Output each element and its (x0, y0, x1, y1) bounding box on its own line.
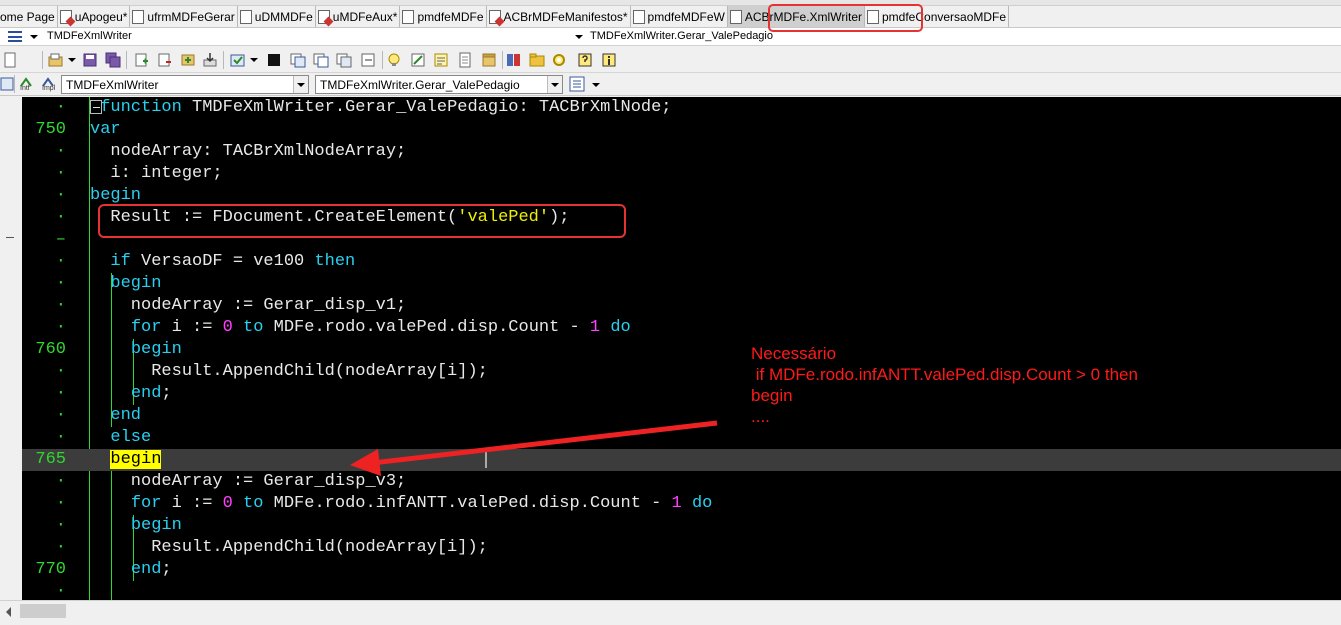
help-icon[interactable] (577, 52, 593, 68)
file-tab-label: uMDFeAux* (332, 10, 398, 24)
page-icon (488, 10, 501, 24)
method-combobox[interactable]: TMDFeXmlWriter.Gerar_ValePedagio (315, 75, 563, 94)
unit-dropdown-arrow[interactable] (30, 35, 38, 39)
ide-window: ome Page uApogeu* ufrmMDFeGerar uDMMDFe uMDF… (0, 0, 1341, 625)
file-tab[interactable]: uDMMDFe (238, 6, 316, 27)
trace-into-icon[interactable] (313, 52, 329, 68)
annotation-arrow (350, 420, 718, 476)
list-view-icon[interactable] (569, 76, 585, 92)
new-item-icon[interactable] (386, 52, 402, 68)
notes-icon[interactable] (433, 52, 449, 68)
method-combobox-value: TMDFeXmlWriter.Gerar_ValePedagio (320, 78, 520, 92)
editor-toolbar: Intf Impl TMDFeXmlWriter TMDFeXmlWriter.… (0, 73, 1341, 96)
file-tab-label: ufrmMDFeGerar (147, 10, 235, 24)
stop-icon[interactable] (266, 52, 282, 68)
file-tab-label: uDMMDFe (254, 10, 313, 24)
file-tab-label: pmdfeMDFe (417, 10, 484, 24)
method-dropdown-arrow[interactable] (575, 35, 583, 39)
step-over-icon[interactable] (290, 52, 306, 68)
implementation-toggle-icon[interactable]: Impl (40, 75, 58, 94)
remove-file-icon[interactable] (156, 52, 172, 68)
navigation-bar: TMDFeXmlWriter TMDFeXmlWriter.Gerar_Vale… (0, 28, 1341, 46)
edit-icon[interactable] (410, 52, 426, 68)
page-icon (317, 10, 330, 24)
add-file-icon[interactable] (133, 52, 149, 68)
annotation-text: Necessário if MDFe.rodo.infANTT.valePed.… (751, 344, 1138, 426)
run-to-cursor-icon[interactable] (336, 52, 352, 68)
file-tab-label: pmdfeMDFeW (647, 10, 725, 24)
scrollbar-thumb[interactable] (20, 604, 66, 618)
file-tab[interactable]: pmdfeMDFe (400, 6, 487, 27)
file-tab[interactable]: uMDFeAux* (316, 6, 401, 27)
save-icon[interactable] (82, 52, 98, 68)
save-all-icon[interactable] (105, 52, 121, 68)
file-tab-label: ome Page (0, 10, 55, 24)
active-tab-annotation-box (768, 4, 923, 32)
file-tab-label: uApogeu* (74, 10, 128, 24)
interface-toggle-icon[interactable]: Intf (18, 75, 36, 94)
main-toolbar (0, 47, 1341, 73)
method-name[interactable]: TMDFeXmlWriter.Gerar_ValePedagio (590, 30, 773, 42)
file-tab[interactable]: ACBrMDFeManifestos* (487, 6, 631, 27)
class-combobox-value: TMDFeXmlWriter (66, 78, 159, 92)
open-dropdown-arrow[interactable] (68, 58, 76, 62)
file-tab[interactable]: pmdfeMDFeW (631, 6, 728, 27)
file-tab-bar: ome Page uApogeu* ufrmMDFeGerar uDMMDFe uMDF… (0, 0, 1341, 28)
toolbar-separator (502, 51, 503, 69)
class-combobox-chevron-down-icon[interactable] (293, 76, 308, 93)
file-tab-label: ACBrMDFeManifestos* (503, 10, 628, 24)
toolbar-separator (223, 51, 224, 69)
impl-label: Impl (42, 85, 56, 92)
file-tab[interactable]: uApogeu* (58, 6, 131, 27)
list-view-dropdown-arrow[interactable] (592, 83, 600, 87)
toolbar-separator (42, 51, 43, 69)
select-unit-icon[interactable] (230, 52, 246, 68)
folder-icon[interactable] (529, 52, 545, 68)
file-tab[interactable]: ufrmMDFeGerar (130, 6, 238, 27)
scroll-left-arrow-icon[interactable] (6, 607, 11, 617)
toolbar-separator (14, 75, 15, 93)
blank-page-icon[interactable] (2, 52, 18, 68)
select-unit-dropdown[interactable] (250, 58, 258, 62)
import-icon[interactable] (202, 52, 218, 68)
document-icon[interactable] (457, 52, 473, 68)
page-icon (632, 10, 645, 24)
run-until-return-icon[interactable] (361, 52, 377, 68)
file-tab[interactable]: ome Page (0, 6, 58, 27)
class-combobox[interactable]: TMDFeXmlWriter (61, 75, 309, 94)
page-icon (402, 10, 415, 24)
unit-name[interactable]: TMDFeXmlWriter (47, 30, 132, 42)
page-icon (729, 10, 742, 24)
page-icon (132, 10, 145, 24)
code-editor[interactable]: · function TMDFeXmlWriter.Gerar_ValePeda… (0, 97, 1341, 600)
method-combobox-chevron-down-icon[interactable] (547, 76, 562, 93)
info-icon[interactable] (601, 52, 617, 68)
add-to-project-icon[interactable] (180, 52, 196, 68)
toolbar-separator (382, 51, 383, 69)
page-icon (239, 10, 252, 24)
unit-icon (8, 31, 22, 42)
open-project-icon[interactable] (48, 52, 64, 68)
package-icon[interactable] (481, 52, 497, 68)
library-icon[interactable] (506, 52, 522, 68)
page-icon (59, 10, 72, 24)
options-gear-icon[interactable] (551, 52, 567, 68)
horizontal-scrollbar[interactable] (0, 600, 1341, 625)
toolbar-separator (126, 51, 127, 69)
intf-label: Intf (20, 85, 30, 92)
